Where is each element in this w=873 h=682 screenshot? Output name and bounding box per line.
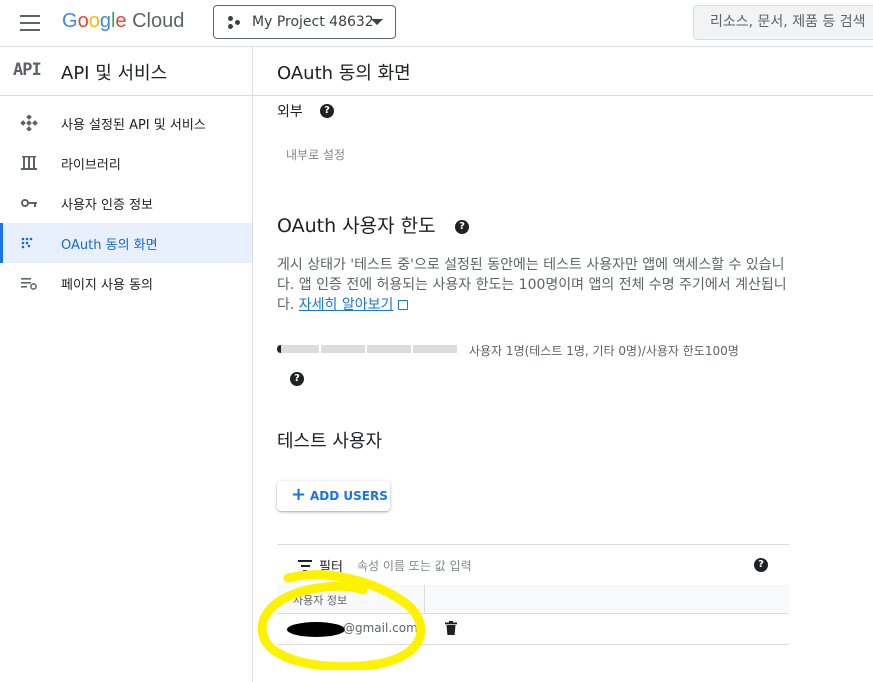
help-icon[interactable]: ? <box>290 372 304 386</box>
sidebar-title: API 및 서비스 <box>61 63 168 84</box>
filter-icon[interactable] <box>297 560 313 572</box>
sidebar-item-oauth-consent[interactable]: OAuth 동의 화면 <box>0 223 252 263</box>
sidebar-item-library[interactable]: 라이브러리 <box>0 143 252 183</box>
user-cap-progress-fill <box>277 345 281 353</box>
main-header: OAuth 동의 화면 <box>253 47 873 96</box>
project-selector[interactable]: My Project 48632 <box>213 5 396 39</box>
user-email: @gmail.com <box>343 621 418 635</box>
api-logo: API <box>13 60 42 80</box>
redaction-mark <box>287 622 345 637</box>
learn-more-link[interactable]: 자세히 알아보기 <box>299 297 409 313</box>
sidebar-item-label: 사용 설정된 API 및 서비스 <box>61 118 206 133</box>
test-users-table: 필터 ? 사용자 정보 @gmail.com <box>277 544 789 645</box>
project-name: My Project 48632 <box>252 14 374 30</box>
user-cap-progress <box>277 345 457 353</box>
hamburger-menu-icon[interactable] <box>20 15 40 31</box>
test-users-title: 테스트 사용자 <box>277 431 383 452</box>
table-row: @gmail.com <box>277 614 789 645</box>
google-cloud-logo[interactable]: Google Cloud <box>62 10 184 33</box>
filter-label: 필터 <box>319 560 343 575</box>
add-users-button[interactable]: + ADD USERS <box>277 481 390 511</box>
page-title: OAuth 동의 화면 <box>277 63 411 84</box>
sidebar-item-credentials[interactable]: 사용자 인증 정보 <box>0 183 252 223</box>
external-link-icon <box>398 300 409 310</box>
sidebar-item-enabled-apis[interactable]: 사용 설정된 API 및 서비스 <box>0 103 252 143</box>
filter-input[interactable] <box>355 555 609 577</box>
main-content: OAuth 동의 화면 외부 ? 내부로 설정 OAuth 사용자 한도 ? 게… <box>253 47 873 682</box>
delete-icon[interactable] <box>445 621 457 635</box>
consent-dots-icon <box>21 237 33 249</box>
add-users-label: ADD USERS <box>310 489 388 503</box>
sidebar-item-label: OAuth 동의 화면 <box>61 238 158 253</box>
dropdown-caret-icon <box>371 19 383 25</box>
sidebar-item-label: 사용자 인증 정보 <box>61 198 153 213</box>
sidebar-item-label: 라이브러리 <box>61 158 121 173</box>
column-header-user-info[interactable]: 사용자 정보 <box>293 592 347 608</box>
table-header: 사용자 정보 <box>277 585 789 614</box>
user-cap-usage-text: 사용자 1명(테스트 1명, 기타 0명)/사용자 한도100명 <box>469 344 739 358</box>
sidebar: API API 및 서비스 사용 설정된 API 및 서비스 라이브러리 사용자… <box>0 47 253 682</box>
page-settings-icon <box>21 278 37 290</box>
top-bar: Google Cloud My Project 48632 <box>0 0 873 47</box>
library-icon <box>21 156 37 170</box>
filter-bar: 필터 ? <box>277 544 789 586</box>
user-cap-description: 게시 상태가 '테스트 중'으로 설정된 동안에는 테스트 사용자만 앱에 액세… <box>277 255 787 315</box>
learn-more-text: 자세히 알아보기 <box>298 297 394 313</box>
project-dots-icon <box>228 16 242 30</box>
user-type-label: 외부 <box>277 104 303 120</box>
plus-icon: + <box>291 484 307 505</box>
api-diamond-icon <box>20 115 38 131</box>
column-divider <box>424 585 425 613</box>
search-input[interactable] <box>708 13 873 31</box>
key-icon <box>21 199 37 207</box>
sidebar-item-page-usage[interactable]: 페이지 사용 동의 <box>0 263 252 303</box>
help-icon[interactable]: ? <box>754 558 768 572</box>
logo-cloud-text: Cloud <box>132 10 185 32</box>
user-cap-title: OAuth 사용자 한도 <box>277 215 436 237</box>
help-icon[interactable]: ? <box>455 220 469 234</box>
logo-google-text: Google <box>62 10 127 32</box>
search-box[interactable] <box>693 5 873 40</box>
sidebar-item-label: 페이지 사용 동의 <box>61 278 153 293</box>
sidebar-header: API API 및 서비스 <box>0 47 252 96</box>
help-icon[interactable]: ? <box>320 104 334 118</box>
set-internal-button[interactable]: 내부로 설정 <box>286 146 345 163</box>
